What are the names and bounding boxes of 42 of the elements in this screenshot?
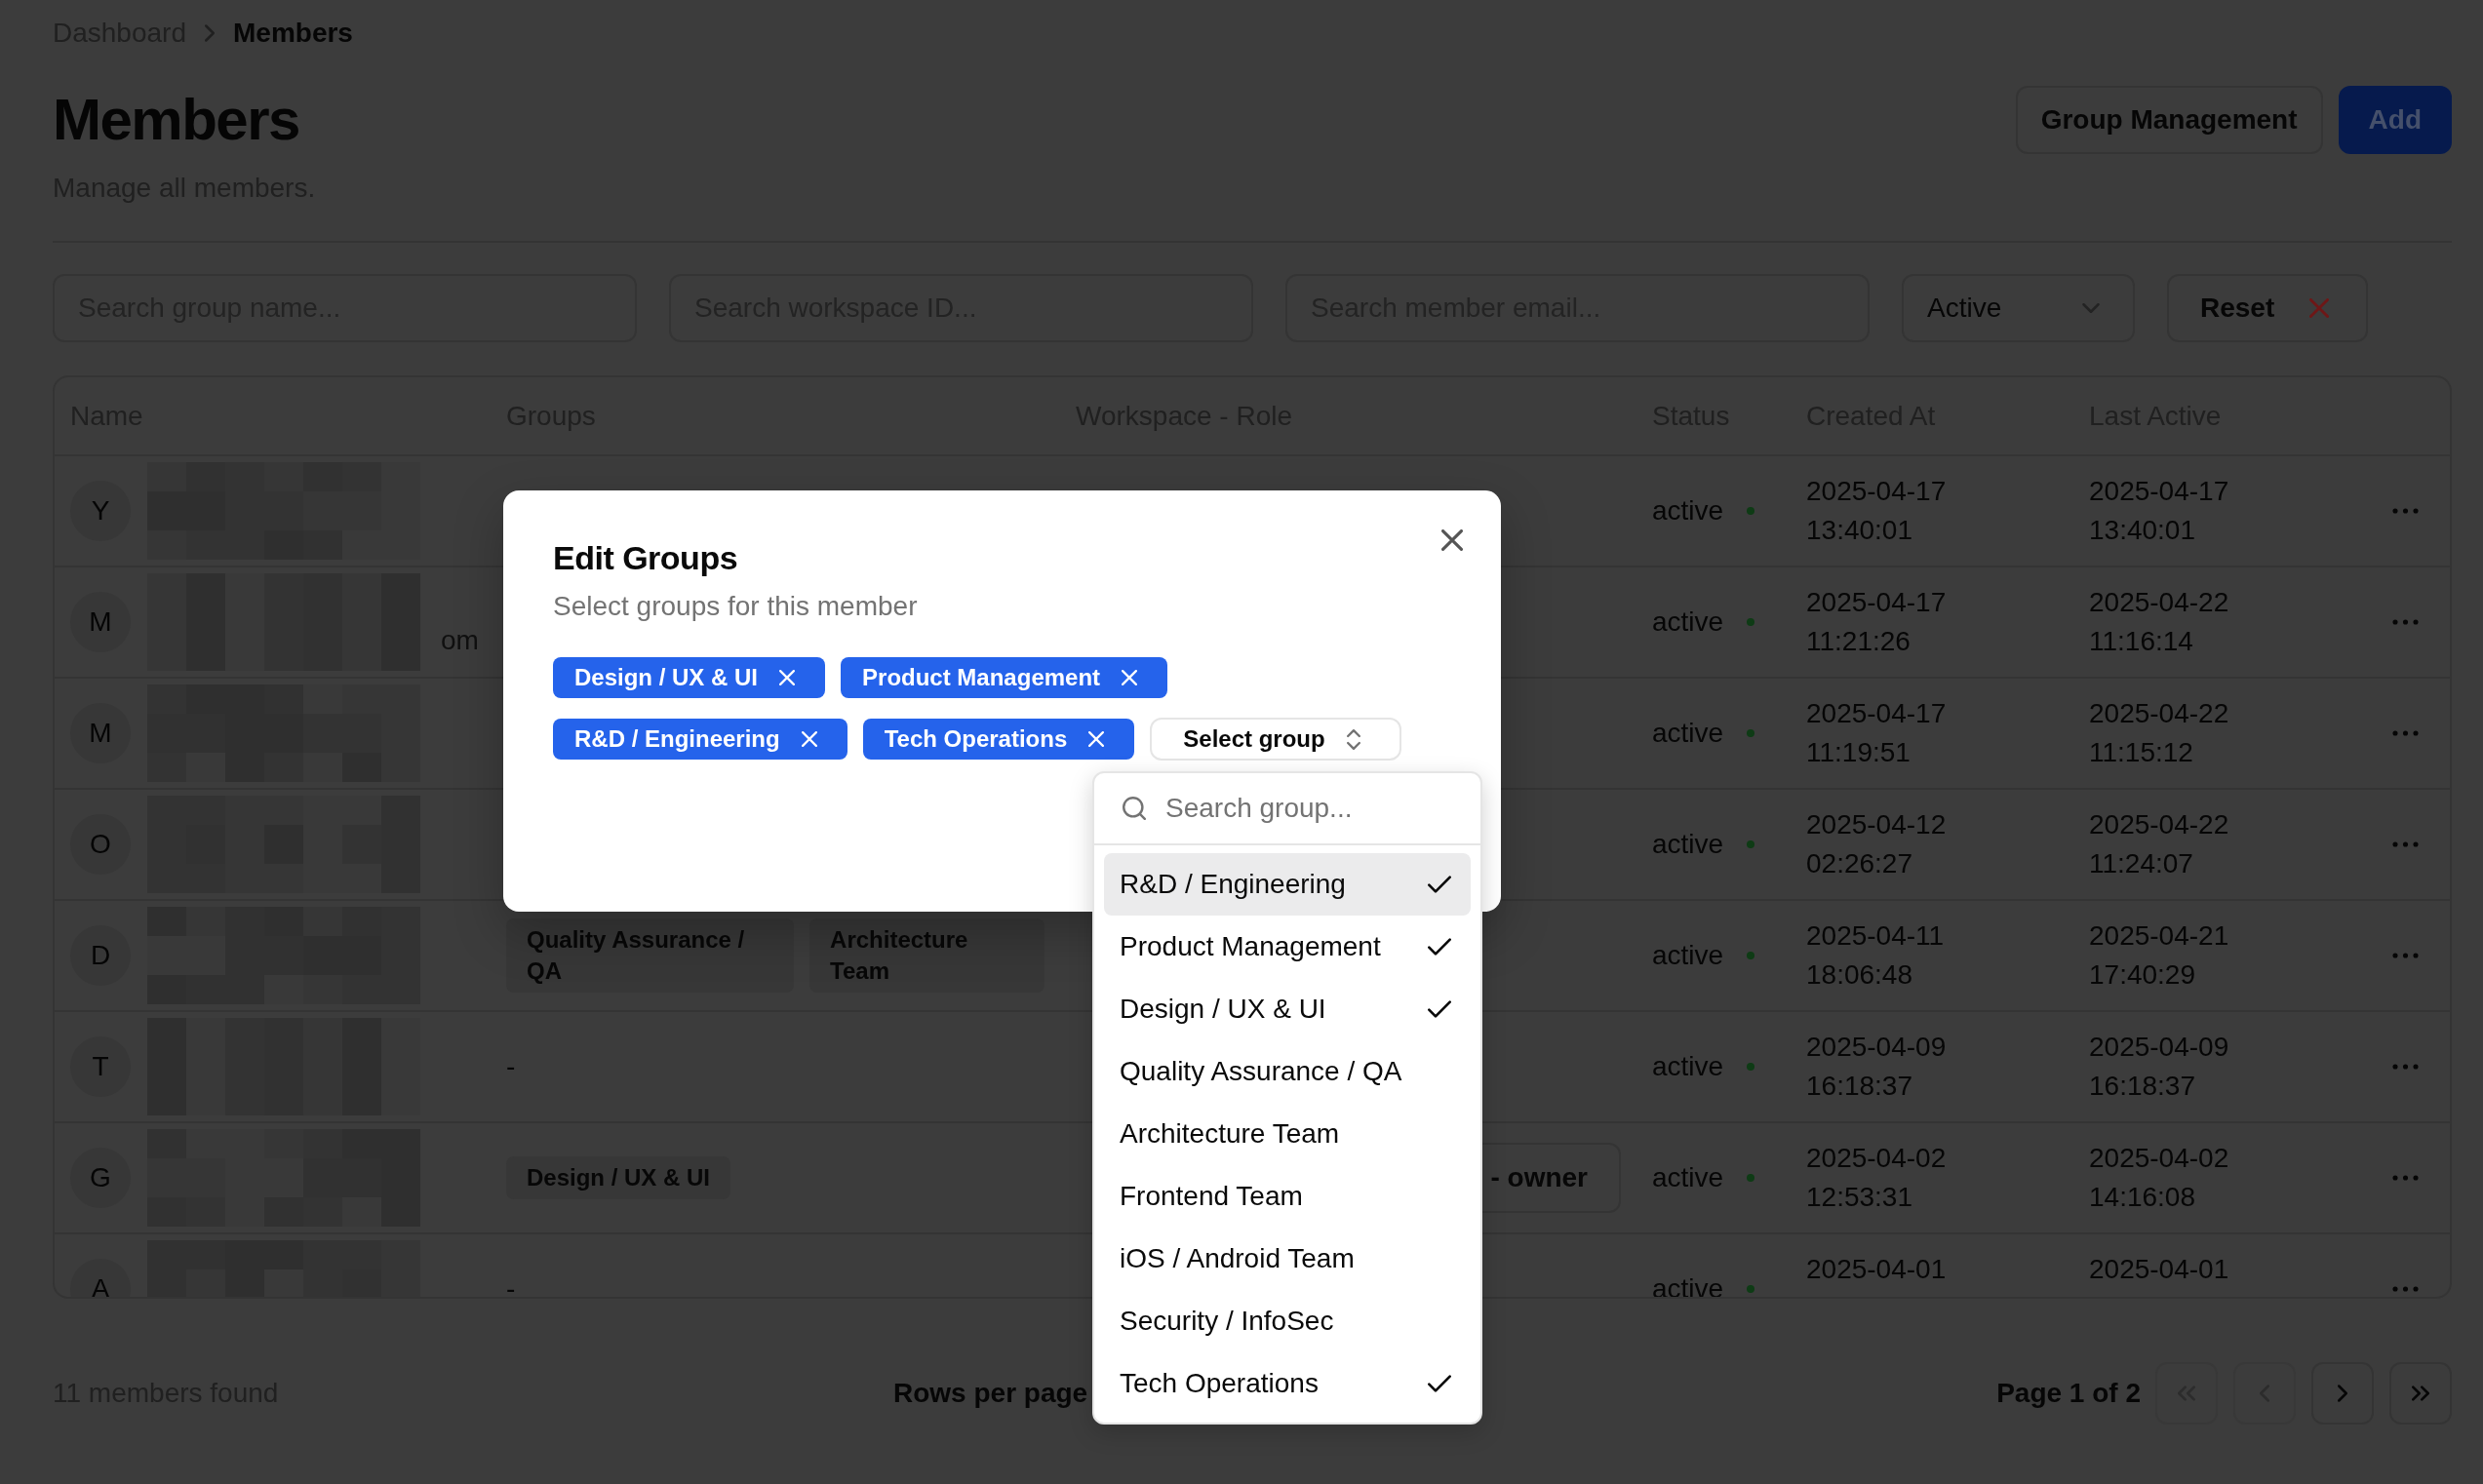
more-icon: [2392, 508, 2419, 514]
status-dot-icon: [1747, 507, 1755, 515]
next-page-button[interactable]: [2311, 1362, 2374, 1425]
chevron-down-icon: [2082, 303, 2100, 313]
status-dot-icon: [1747, 1063, 1755, 1071]
remove-icon: [779, 670, 796, 685]
more-icon: [2392, 1286, 2419, 1292]
chevrons-up-down-icon: [1346, 728, 1360, 750]
remove-icon: [1122, 670, 1138, 685]
status-dot-icon: [1747, 1174, 1755, 1182]
group-option[interactable]: R&D / Engineering: [1104, 853, 1471, 916]
selected-group-chip[interactable]: Design / UX & UI: [553, 657, 826, 698]
selected-group-chip[interactable]: Tech Operations: [862, 719, 1135, 760]
status-dot-icon: [1747, 952, 1755, 959]
selected-group-chip[interactable]: R&D / Engineering: [553, 719, 847, 760]
clear-icon: [2309, 298, 2330, 318]
more-icon: [2392, 953, 2419, 958]
selected-group-chip[interactable]: Product Management: [841, 657, 1168, 698]
groups-cell-text: -: [506, 1050, 516, 1083]
more-icon: [2392, 841, 2419, 847]
close-icon: [1441, 529, 1463, 551]
groups-cell-text: -: [506, 1272, 516, 1297]
more-icon: [2392, 1064, 2419, 1070]
status-dot-icon: [1747, 840, 1755, 848]
status-dot-icon: [1747, 729, 1755, 737]
chevrons-right-icon: [2412, 1386, 2429, 1401]
page-title: Members: [53, 86, 300, 154]
remove-icon: [801, 731, 817, 747]
more-icon: [2392, 1175, 2419, 1181]
chevron-right-icon: [205, 24, 215, 42]
status-dot-icon: [1747, 1285, 1755, 1293]
chevron-right-icon: [2338, 1385, 2347, 1402]
select-group-button[interactable]: Select group: [1150, 718, 1401, 761]
status-dot-icon: [1747, 618, 1755, 626]
last-page-button[interactable]: [2389, 1362, 2452, 1425]
dialog-description: Select groups for this member: [553, 590, 919, 623]
remove-icon: [1088, 731, 1105, 747]
more-icon: [2392, 619, 2419, 625]
dialog-title: Edit Groups: [553, 541, 739, 574]
search-icon: [1123, 797, 1146, 820]
group-search-field[interactable]: Search group...: [1165, 793, 1409, 824]
more-icon: [2392, 730, 2419, 736]
